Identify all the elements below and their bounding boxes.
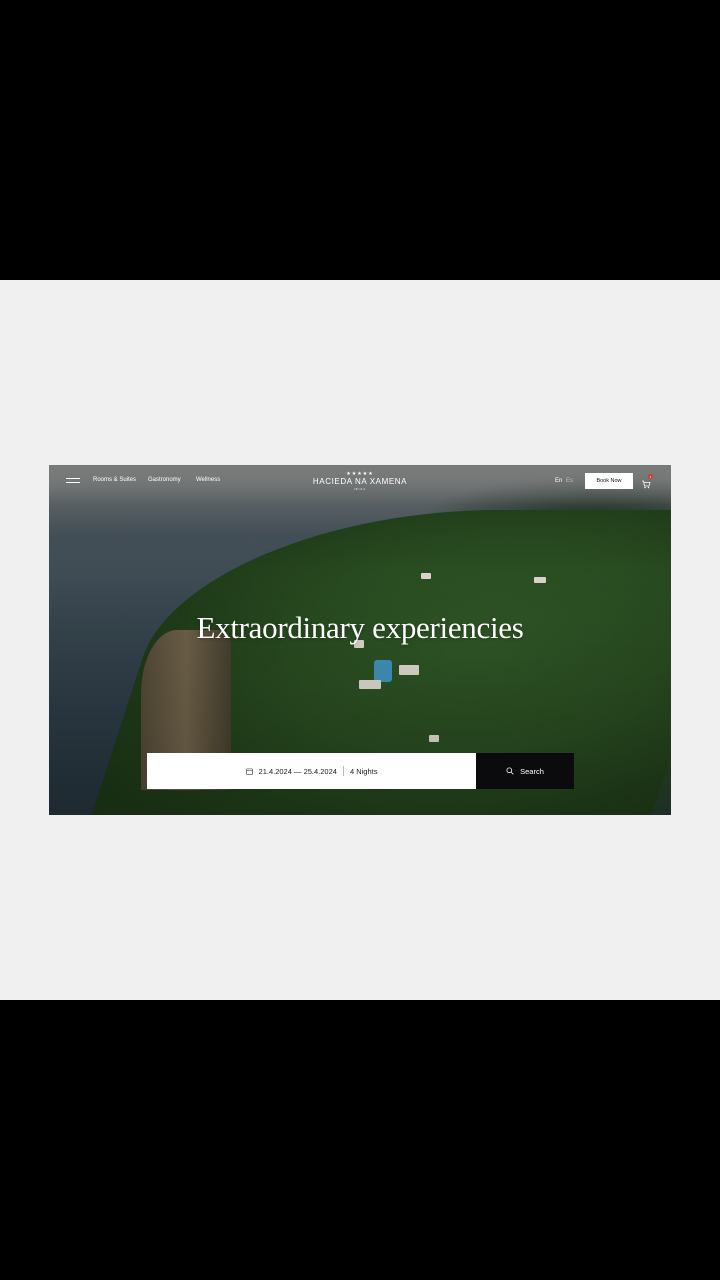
calendar-icon (245, 768, 253, 775)
book-now-button[interactable]: Book Now (585, 473, 633, 489)
language-es[interactable]: Es (566, 478, 573, 484)
language-en[interactable]: En (555, 478, 562, 484)
brand-name: HACIEDA NA XAMENA (312, 477, 408, 486)
cart-icon[interactable]: 1 (641, 474, 653, 489)
brand-logo[interactable]: ★★★★★ HACIEDA NA XAMENA IBIZA (299, 471, 421, 491)
search-icon (506, 767, 514, 775)
search-button[interactable]: Search (476, 753, 574, 789)
top-navigation: Rooms & Suites Gastronomy Wellness ★★★★★… (49, 465, 671, 499)
field-divider (342, 766, 344, 776)
nav-link-gastronomy[interactable]: Gastronomy (148, 477, 181, 483)
date-range-text: 21.4.2024 — 25.4.2024 (258, 766, 337, 776)
hamburger-icon[interactable] (66, 478, 80, 485)
hero-headline: Extraordinary experiencies (196, 610, 524, 645)
brand-location: IBIZA (353, 487, 367, 491)
cart-glyph (642, 480, 651, 489)
booking-bar: 21.4.2024 — 25.4.2024 4 Nights Search (147, 753, 574, 789)
top-letterbox (0, 0, 720, 280)
search-label: Search (520, 766, 544, 776)
nav-link-rooms-suites[interactable]: Rooms & Suites (93, 477, 136, 483)
cart-count-badge: 1 (648, 474, 653, 479)
nights-count: 4 Nights (349, 766, 378, 776)
hero-section: Rooms & Suites Gastronomy Wellness ★★★★★… (49, 465, 671, 815)
nav-link-wellness[interactable]: Wellness (196, 477, 220, 483)
bottom-letterbox (0, 1000, 720, 1280)
date-range-field[interactable]: 21.4.2024 — 25.4.2024 4 Nights (147, 753, 476, 789)
